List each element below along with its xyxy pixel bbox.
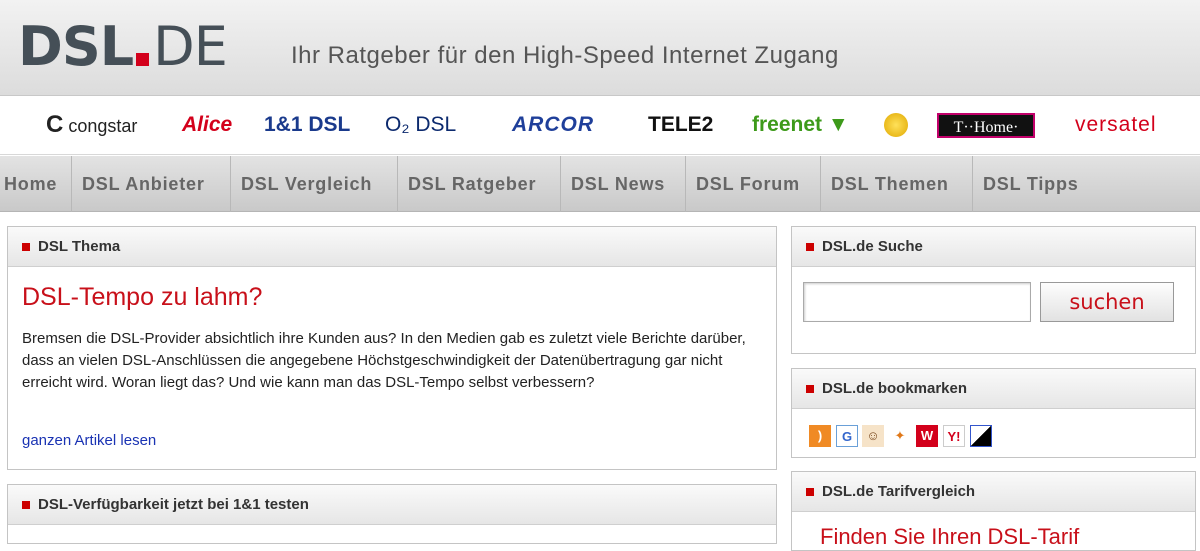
site-logo[interactable]: DSL DE [18, 14, 228, 78]
site-header: DSL DE Ihr Ratgeber für den High-Speed In… [0, 0, 1200, 96]
nav-home[interactable]: Home [0, 156, 72, 212]
brand-1und1-dsl[interactable]: 1&1 DSL [264, 111, 350, 139]
brand-versatel[interactable]: versatel [1075, 111, 1157, 139]
nav-dsl-anbieter[interactable]: DSL Anbieter [78, 156, 231, 212]
search-button[interactable]: suchen [1040, 282, 1174, 322]
brand-congstar-label: congstar [68, 116, 138, 136]
search-box-header: DSL.de Suche [792, 227, 1195, 267]
nav-dsl-forum[interactable]: DSL Forum [692, 156, 821, 212]
brand-tele2[interactable]: TELE2 [648, 111, 713, 139]
brand-alice[interactable]: Alice [182, 111, 232, 139]
nav-dsl-themen[interactable]: DSL Themen [827, 156, 973, 212]
dsl-thema-header: DSL Thema [8, 227, 776, 267]
webnews-icon[interactable]: W [916, 425, 938, 447]
provider-brands-bar: C congstar Alice 1&1 DSL O₂ DSL ARCOR TE… [0, 97, 1200, 155]
red-square-bullet-icon [806, 384, 814, 393]
brand-arcor[interactable]: ARCOR [512, 111, 594, 139]
logo-red-dot [136, 53, 150, 66]
red-square-bullet-icon [806, 242, 814, 251]
main-navigation: Home DSL Anbieter DSL Vergleich DSL Ratg… [0, 156, 1200, 212]
fox-bookmark-icon[interactable]: ✦ [889, 425, 911, 447]
freenet-arrow-icon: ▼ [827, 113, 849, 136]
availability-heading: DSL-Verfügbarkeit jetzt bei 1&1 testen [38, 496, 309, 513]
availability-header: DSL-Verfügbarkeit jetzt bei 1&1 testen [8, 485, 776, 525]
rss-feed-icon[interactable]: ) [809, 425, 831, 447]
bookmarks-heading: DSL.de bookmarken [822, 380, 968, 397]
tariff-heading: DSL.de Tarifvergleich [822, 483, 976, 500]
dsl-thema-heading: DSL Thema [38, 238, 121, 255]
red-square-bullet-icon [806, 487, 814, 496]
bookmarks-box: DSL.de bookmarken ) G ☺ ✦ W Y! [791, 368, 1196, 458]
nav-dsl-ratgeber[interactable]: DSL Ratgeber [404, 156, 561, 212]
logo-text-dsl: DSL [18, 15, 134, 78]
brand-o2-dsl[interactable]: O₂ DSL [385, 111, 456, 139]
delicious-icon[interactable] [970, 425, 992, 447]
article-title[interactable]: DSL-Tempo zu lahm? [22, 283, 262, 312]
brand-congstar[interactable]: C congstar [46, 111, 137, 139]
tariff-teaser[interactable]: Finden Sie Ihren DSL-Tarif [820, 524, 1079, 550]
site-tagline: Ihr Ratgeber für den High-Speed Internet… [291, 42, 839, 69]
article-teaser: Bremsen die DSL-Provider absichtlich ihr… [22, 330, 746, 391]
tariff-header: DSL.de Tarifvergleich [792, 472, 1195, 512]
read-article-link[interactable]: ganzen Artikel lesen [22, 432, 156, 449]
nav-dsl-tipps[interactable]: DSL Tipps [979, 156, 1099, 212]
dsl-thema-box: DSL Thema DSL-Tempo zu lahm? Bremsen die… [7, 226, 777, 470]
yahoo-bookmark-icon[interactable]: Y! [943, 425, 965, 447]
nav-dsl-news[interactable]: DSL News [567, 156, 686, 212]
brand-t-home[interactable]: T··Home· [937, 113, 1035, 138]
google-bookmark-icon[interactable]: G [836, 425, 858, 447]
search-input[interactable] [803, 282, 1031, 322]
nav-dsl-vergleich[interactable]: DSL Vergleich [237, 156, 398, 212]
tariff-comparison-box: DSL.de Tarifvergleich Finden Sie Ihren D… [791, 471, 1196, 551]
brand-coin-logo[interactable] [884, 111, 908, 139]
mister-wong-icon[interactable]: ☺ [862, 425, 884, 447]
brand-freenet-label: freenet [752, 113, 823, 136]
search-box: DSL.de Suche suchen [791, 226, 1196, 354]
red-square-bullet-icon [22, 242, 30, 251]
brand-freenet[interactable]: freenet ▼ [752, 111, 849, 139]
congstar-c-icon: C [46, 111, 64, 138]
logo-text-de: DE [153, 15, 228, 78]
bookmarks-header: DSL.de bookmarken [792, 369, 1195, 409]
search-heading: DSL.de Suche [822, 238, 923, 255]
red-square-bullet-icon [22, 500, 30, 509]
coin-icon [884, 113, 908, 138]
availability-check-box: DSL-Verfügbarkeit jetzt bei 1&1 testen [7, 484, 777, 544]
